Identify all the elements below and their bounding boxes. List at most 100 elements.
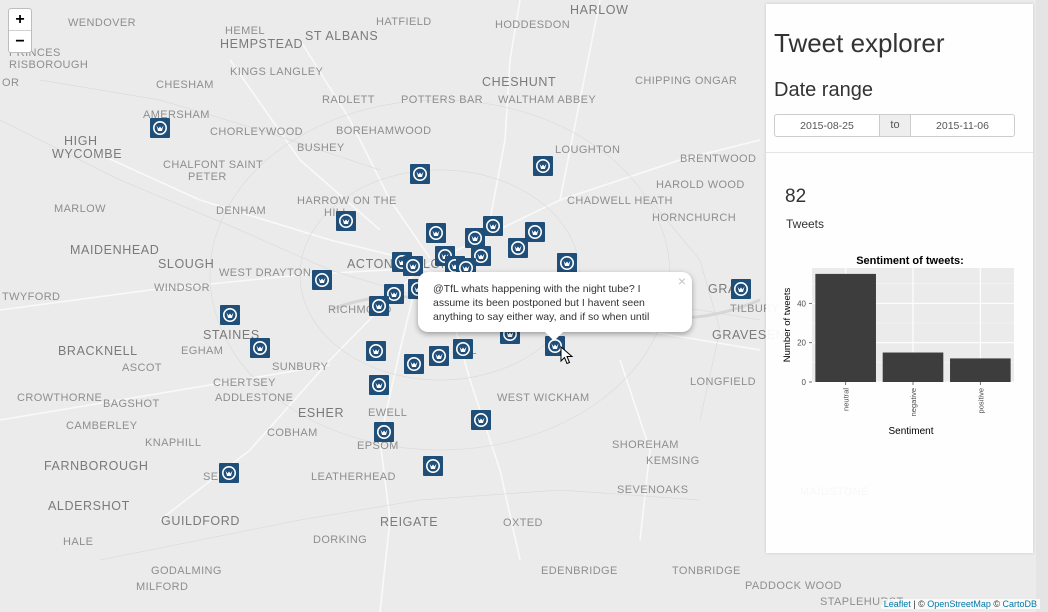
panel-title: Tweet explorer xyxy=(774,28,945,58)
tweet-marker-icon[interactable] xyxy=(557,253,577,273)
tweet-marker-icon[interactable] xyxy=(404,354,424,374)
tweet-marker-icon[interactable] xyxy=(403,256,423,276)
place-label: Ascot xyxy=(122,362,162,374)
tweet-marker-icon[interactable] xyxy=(369,296,389,316)
tweet-marker-icon[interactable] xyxy=(250,338,270,358)
map-attribution: Leaflet | © OpenStreetMap © CartoDB xyxy=(880,599,1040,609)
tweet-marker-icon[interactable] xyxy=(465,228,485,248)
tweet-marker-icon[interactable] xyxy=(429,346,449,366)
place-label: Longfield xyxy=(690,376,756,388)
tweet-marker-icon[interactable] xyxy=(369,375,389,395)
place-label: Egham xyxy=(181,345,224,357)
tweet-marker-icon[interactable] xyxy=(219,463,239,483)
place-label: Leatherhead xyxy=(311,471,396,483)
attribution-separator: | © xyxy=(910,599,928,609)
place-label: West Drayton xyxy=(219,267,312,279)
place-label: Harlow xyxy=(570,3,629,17)
tweet-marker-icon[interactable] xyxy=(508,238,528,258)
tweet-count: 82 xyxy=(785,186,807,207)
place-label: Hemel xyxy=(225,25,265,37)
place-label: Crowthorne xyxy=(17,392,103,404)
place-label: Marlow xyxy=(54,203,106,215)
sentiment-chart: Sentiment of tweets: 0 20 40 neutral negati… xyxy=(782,255,1014,437)
place-label: Chadwell Heath xyxy=(567,195,673,207)
place-label: Bracknell xyxy=(58,344,138,358)
tweet-marker-icon[interactable] xyxy=(471,410,491,430)
place-label: Peter xyxy=(188,171,227,183)
tweet-marker-icon[interactable] xyxy=(374,422,394,442)
zoom-in-button[interactable]: + xyxy=(9,9,31,31)
y-tick-label: 0 xyxy=(802,378,807,387)
attribution-osm-link[interactable]: OpenStreetMap xyxy=(927,599,991,609)
place-label: Harrow on the xyxy=(297,195,397,207)
place-label: Chertsey xyxy=(213,377,276,389)
place-label: St Albans xyxy=(305,29,379,43)
place-label: Cobham xyxy=(267,427,318,439)
place-label: Bagshot xyxy=(103,398,160,410)
tweet-marker-icon[interactable] xyxy=(366,341,386,361)
place-label: Kemsing xyxy=(646,455,700,467)
tweet-count-label: Tweets xyxy=(786,217,825,231)
place-label: Guildford xyxy=(161,514,241,528)
attribution-leaflet-link[interactable]: Leaflet xyxy=(884,599,911,609)
tweet-marker-icon[interactable] xyxy=(525,222,545,242)
place-label: Brentwood xyxy=(680,153,757,165)
tweet-marker-icon[interactable] xyxy=(453,339,473,359)
popup-close-button[interactable]: × xyxy=(678,274,686,288)
place-label: Harold Wood xyxy=(656,179,745,191)
date-to-separator: to xyxy=(880,114,910,137)
tweet-marker-icon[interactable] xyxy=(336,211,356,231)
mouse-cursor-icon xyxy=(560,346,574,365)
tweet-popup: × @TfL whats happening with the night tu… xyxy=(418,272,692,341)
x-axis-ticks: neutral negative positive xyxy=(842,382,985,416)
bar-neutral xyxy=(815,273,876,382)
place-label: Oxted xyxy=(503,517,543,529)
place-label: Waltham Abbey xyxy=(498,94,597,106)
tweet-marker-icon[interactable] xyxy=(423,456,443,476)
place-label: Farnborough xyxy=(44,459,149,473)
place-label: Hoddesdon xyxy=(495,19,571,31)
bar-positive xyxy=(950,358,1011,382)
place-label: Tonbridge xyxy=(672,565,741,577)
place-label: Sevenoaks xyxy=(617,484,689,496)
place-label: Risborough xyxy=(9,59,89,71)
chart-title: Sentiment of tweets: xyxy=(856,255,964,267)
date-from-input[interactable] xyxy=(774,114,880,137)
place-label: Or xyxy=(2,77,20,89)
tweet-marker-icon[interactable] xyxy=(533,156,553,176)
place-label: Maidenhead xyxy=(70,243,160,257)
zoom-out-button[interactable]: − xyxy=(9,31,31,52)
bar-negative xyxy=(882,352,944,382)
place-label: Chipping Ongar xyxy=(635,75,738,87)
x-tick-label: positive xyxy=(976,388,985,413)
tweet-marker-icon[interactable] xyxy=(483,216,503,236)
place-label: Addlestone xyxy=(215,392,294,404)
date-range-input: to xyxy=(774,114,1015,137)
attribution-carto-link[interactable]: CartoDB xyxy=(1002,599,1037,609)
place-label: Wycombe xyxy=(52,147,123,161)
place-label: Chesham xyxy=(156,79,214,91)
place-label: Chalfont Saint xyxy=(163,159,264,171)
place-label: Knaphill xyxy=(145,437,202,449)
place-label: Windsor xyxy=(154,282,210,294)
y-tick-label: 40 xyxy=(797,299,806,308)
popup-text: @TfL whats happening with the night tube… xyxy=(433,283,650,323)
place-label: Shoreham xyxy=(612,439,679,451)
place-label: Cheshunt xyxy=(482,75,557,89)
tweet-marker-icon[interactable] xyxy=(410,164,430,184)
y-tick-label: 20 xyxy=(797,339,806,348)
tweet-marker-icon[interactable] xyxy=(150,118,170,138)
x-axis-label: Sentiment xyxy=(888,426,933,437)
place-label: Hatfield xyxy=(376,16,432,28)
tweet-marker-icon[interactable] xyxy=(731,279,751,299)
place-label: Denham xyxy=(216,205,267,217)
tweet-marker-icon[interactable] xyxy=(426,223,446,243)
date-to-input[interactable] xyxy=(910,114,1015,137)
tweet-marker-icon[interactable] xyxy=(312,270,332,290)
place-label: Chorleywood xyxy=(210,126,304,138)
place-label: Acton xyxy=(347,257,394,271)
tweet-marker-icon[interactable] xyxy=(220,305,240,325)
place-label: Hempstead xyxy=(220,37,304,51)
date-range-label: Date range xyxy=(774,79,873,101)
place-label: Loughton xyxy=(555,144,621,156)
